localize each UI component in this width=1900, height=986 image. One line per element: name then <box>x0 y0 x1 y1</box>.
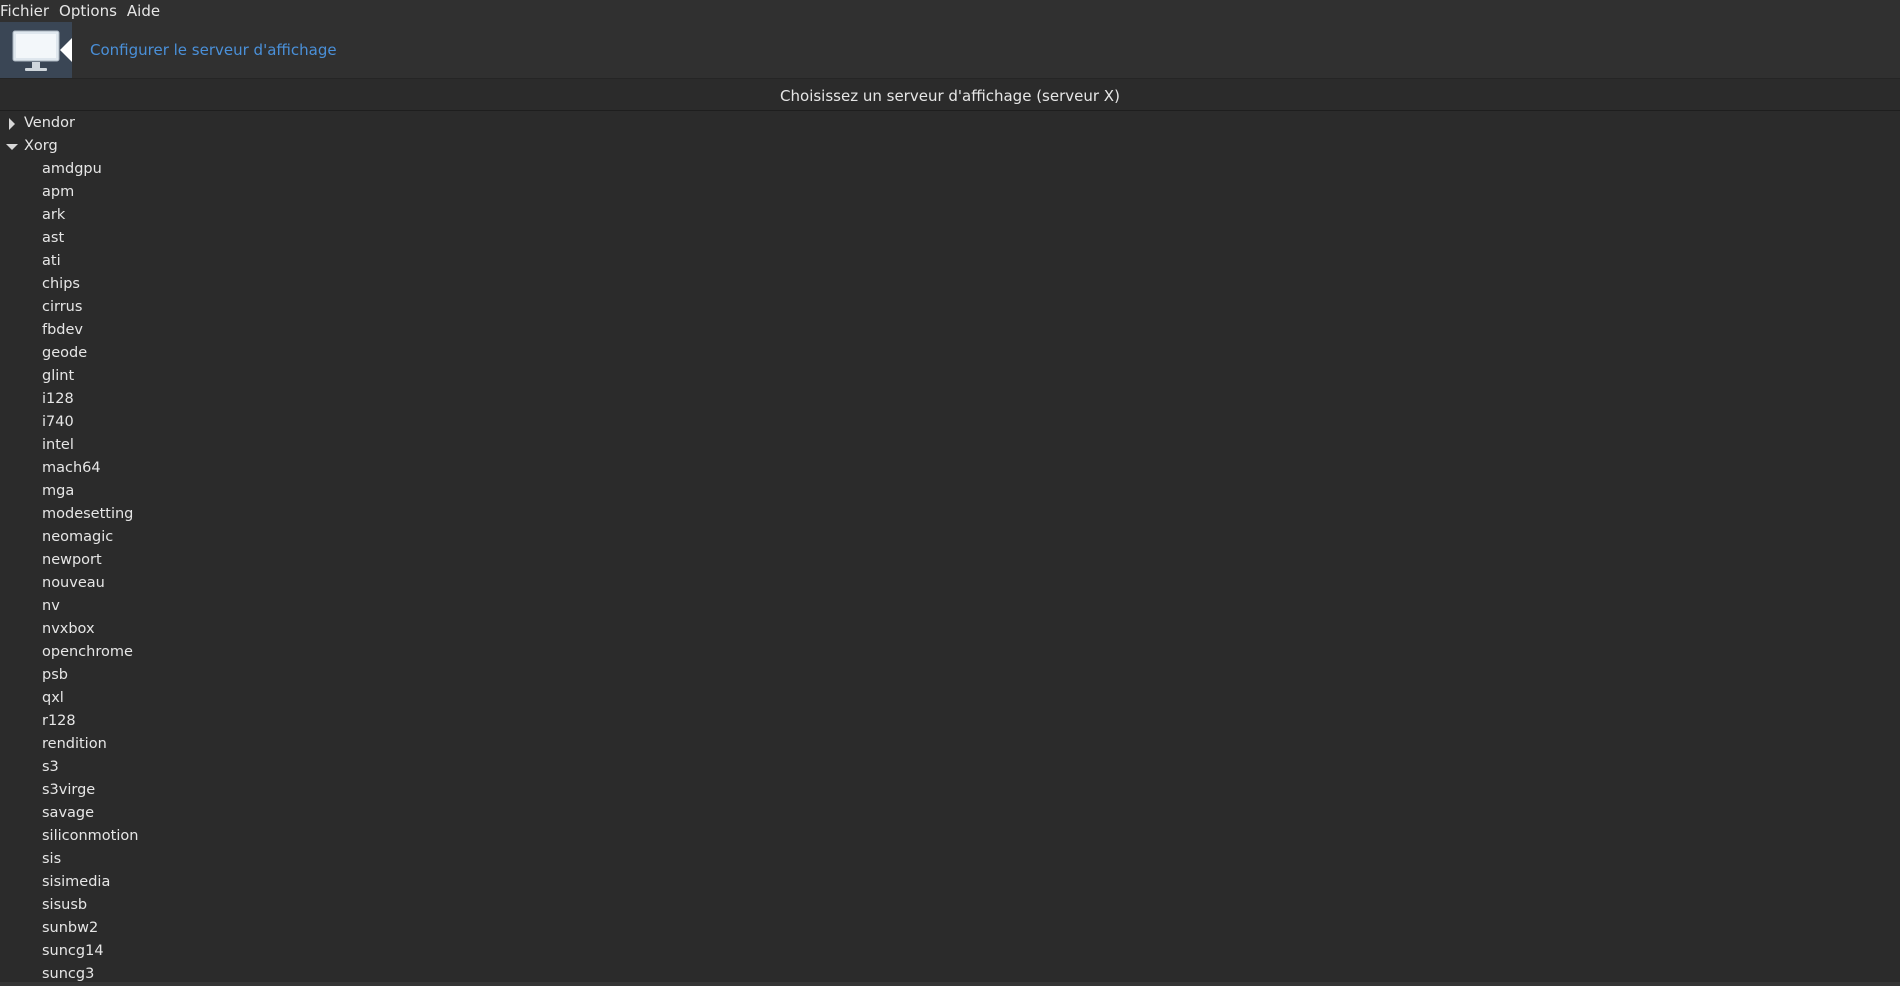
tree-item-rendition[interactable]: rendition <box>0 733 1900 756</box>
tree-item-intel[interactable]: intel <box>0 434 1900 457</box>
tree-item-label: sisusb <box>42 897 88 913</box>
tree-item-sis[interactable]: sis <box>0 848 1900 871</box>
tree-item-ast[interactable]: ast <box>0 227 1900 250</box>
tree-item-label: modesetting <box>42 506 134 522</box>
tree-item-label: mach64 <box>42 460 101 476</box>
page-subtitle: Choisissez un serveur d'affichage (serve… <box>780 87 1120 105</box>
tree-item-glint[interactable]: glint <box>0 365 1900 388</box>
tree-item-label: openchrome <box>42 644 133 660</box>
tree-item-sisusb[interactable]: sisusb <box>0 894 1900 917</box>
menu-bar: Fichier Options Aide <box>0 0 1900 22</box>
tree-item-label: suncg3 <box>42 966 95 982</box>
tree-item-mach64[interactable]: mach64 <box>0 457 1900 480</box>
tree-item-neomagic[interactable]: neomagic <box>0 526 1900 549</box>
configure-display-link[interactable]: Configurer le serveur d'affichage <box>90 41 337 59</box>
tree-item-psb[interactable]: psb <box>0 664 1900 687</box>
tree-item-sisimedia[interactable]: sisimedia <box>0 871 1900 894</box>
tree-item-label: cirrus <box>42 299 83 315</box>
tree-item-label: apm <box>42 184 75 200</box>
menu-fichier[interactable]: Fichier <box>0 0 59 22</box>
tree-item-label: siliconmotion <box>42 828 139 844</box>
tree-item-openchrome[interactable]: openchrome <box>0 641 1900 664</box>
tree-group-vendor[interactable]: Vendor <box>0 112 1900 135</box>
tree-item-label: sis <box>42 851 62 867</box>
tree-item-ati[interactable]: ati <box>0 250 1900 273</box>
tree-item-i128[interactable]: i128 <box>0 388 1900 411</box>
tree-group-xorg[interactable]: Xorg <box>0 135 1900 158</box>
tree-item-nv[interactable]: nv <box>0 595 1900 618</box>
tree-item-suncg14[interactable]: suncg14 <box>0 940 1900 963</box>
monitor-icon-graphic <box>12 30 60 71</box>
expand-right-icon[interactable] <box>0 112 24 135</box>
tree-item-label: psb <box>42 667 68 683</box>
tree-item-label: geode <box>42 345 88 361</box>
tree-item-label: nv <box>42 598 60 614</box>
tree-item-label: suncg14 <box>42 943 104 959</box>
server-tree[interactable]: Vendor Xorg amdgpu apm ark ast ati chips cirru… <box>0 112 1900 982</box>
tree-item-label: fbdev <box>42 322 84 338</box>
tree-group-label: Vendor <box>24 115 75 131</box>
tree-item-s3virge[interactable]: s3virge <box>0 779 1900 802</box>
tree-item-r128[interactable]: r128 <box>0 710 1900 733</box>
tree-item-chips[interactable]: chips <box>0 273 1900 296</box>
tree-item-label: i128 <box>42 391 74 407</box>
tree-item-savage[interactable]: savage <box>0 802 1900 825</box>
tree-group-label: Xorg <box>24 138 58 154</box>
tree-item-modesetting[interactable]: modesetting <box>0 503 1900 526</box>
tree-item-nouveau[interactable]: nouveau <box>0 572 1900 595</box>
tree-item-suncg3[interactable]: suncg3 <box>0 963 1900 982</box>
tree-item-label: intel <box>42 437 74 453</box>
tree-item-label: rendition <box>42 736 107 752</box>
tree-item-apm[interactable]: apm <box>0 181 1900 204</box>
tree-item-nvxbox[interactable]: nvxbox <box>0 618 1900 641</box>
expand-down-icon[interactable] <box>0 135 24 158</box>
header-divider <box>0 78 1900 79</box>
tree-item-label: r128 <box>42 713 76 729</box>
xorg-children-list: amdgpu apm ark ast ati chips cirrus fbdev geode g… <box>0 158 1900 982</box>
tree-item-label: i740 <box>42 414 74 430</box>
tree-item-label: sunbw2 <box>42 920 99 936</box>
header-bar: Configurer le serveur d'affichage <box>0 22 1900 78</box>
tree-item-label: glint <box>42 368 75 384</box>
tree-item-geode[interactable]: geode <box>0 342 1900 365</box>
monitor-icon[interactable] <box>0 22 72 78</box>
tree-item-sunbw2[interactable]: sunbw2 <box>0 917 1900 940</box>
tree-item-label: s3virge <box>42 782 96 798</box>
tree-item-label: ark <box>42 207 66 223</box>
tree-item-amdgpu[interactable]: amdgpu <box>0 158 1900 181</box>
tree-item-label: neomagic <box>42 529 114 545</box>
tree-item-label: mga <box>42 483 75 499</box>
tree-item-label: ati <box>42 253 61 269</box>
tree-item-siliconmotion[interactable]: siliconmotion <box>0 825 1900 848</box>
tree-item-label: s3 <box>42 759 59 775</box>
tree-item-mga[interactable]: mga <box>0 480 1900 503</box>
menu-aide[interactable]: Aide <box>127 0 170 22</box>
tree-item-cirrus[interactable]: cirrus <box>0 296 1900 319</box>
tree-item-label: chips <box>42 276 80 292</box>
menu-options[interactable]: Options <box>59 0 127 22</box>
subtitle-divider <box>0 110 1900 111</box>
tree-item-label: savage <box>42 805 95 821</box>
tree-item-label: newport <box>42 552 102 568</box>
back-arrow-icon[interactable] <box>60 38 72 62</box>
tree-item-s3[interactable]: s3 <box>0 756 1900 779</box>
tree-item-i740[interactable]: i740 <box>0 411 1900 434</box>
tree-item-label: ast <box>42 230 65 246</box>
tree-item-qxl[interactable]: qxl <box>0 687 1900 710</box>
tree-item-label: sisimedia <box>42 874 111 890</box>
tree-item-label: nvxbox <box>42 621 95 637</box>
tree-item-newport[interactable]: newport <box>0 549 1900 572</box>
tree-item-fbdev[interactable]: fbdev <box>0 319 1900 342</box>
tree-item-label: nouveau <box>42 575 105 591</box>
tree-item-label: amdgpu <box>42 161 102 177</box>
tree-item-ark[interactable]: ark <box>0 204 1900 227</box>
bottom-border <box>0 982 1900 986</box>
tree-item-label: qxl <box>42 690 64 706</box>
